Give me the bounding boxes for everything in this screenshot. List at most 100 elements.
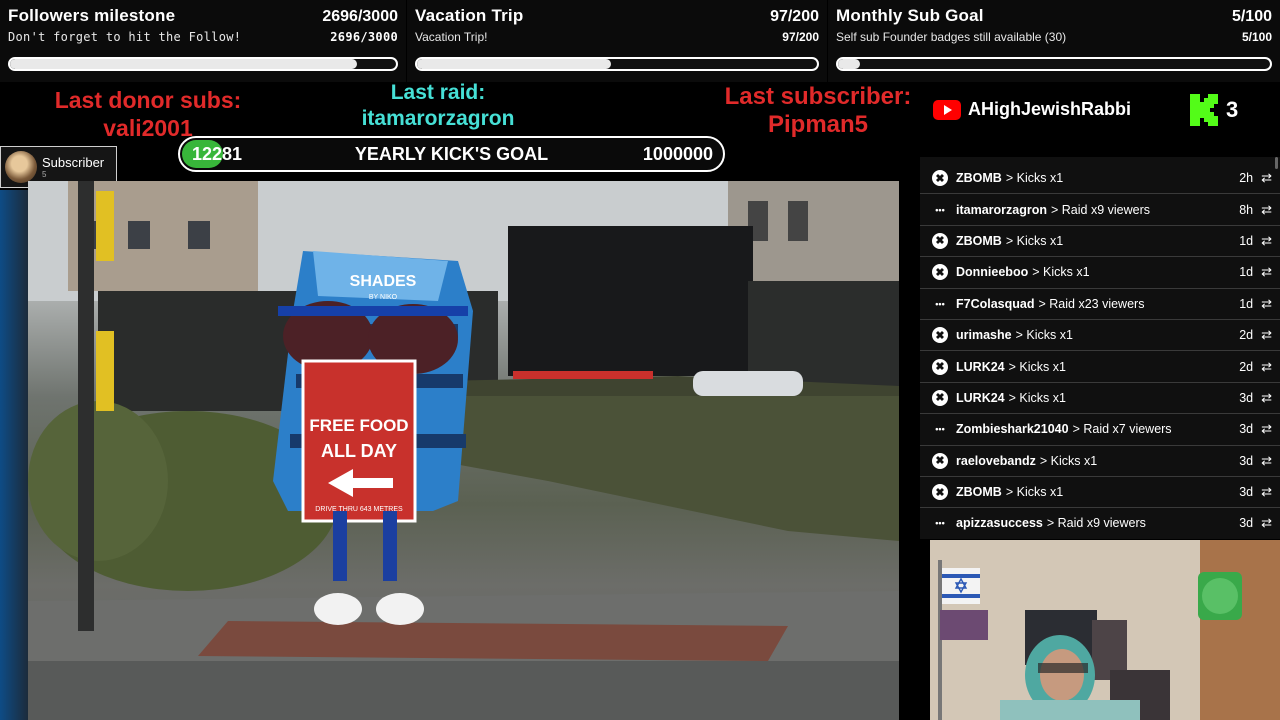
feed-time: 3d (1239, 422, 1254, 437)
feed-row: ✖ LURK24 > Kicks x1 2d ⇄ (920, 351, 1280, 383)
sub-goal: Monthly Sub Goal 5/100 Self sub Founder … (828, 0, 1280, 82)
feed-user: Donnieeboo (956, 265, 1029, 280)
last-donor-label: Last donor subs: (54, 87, 242, 113)
replay-icon[interactable]: ⇄ (1261, 359, 1272, 375)
replay-icon[interactable]: ⇄ (1261, 233, 1272, 249)
youtube-icon (933, 99, 961, 120)
feed-user: LURK24 (956, 359, 1005, 374)
goal-count: 5/100 (1231, 8, 1272, 25)
replay-icon[interactable]: ⇄ (1261, 202, 1272, 218)
replay-icon[interactable]: ⇄ (1261, 484, 1272, 500)
goal-subtitle: Don't forget to hit the Follow! (8, 30, 242, 44)
goal-subcount: 97/200 (782, 30, 819, 44)
youtube-social: AHighJewishRabbi (933, 99, 1131, 120)
replay-icon[interactable]: ⇄ (1261, 515, 1272, 531)
feed-action: > Kicks x1 (1005, 233, 1064, 248)
feed-row: ✖ ZBOMB > Kicks x1 3d ⇄ (920, 477, 1280, 509)
last-subscriber-name: Pipman5 (767, 111, 869, 138)
replay-icon[interactable]: ⇄ (1261, 390, 1272, 406)
kick-coin-icon: ✖ (932, 484, 948, 501)
kick-social: 3 (1190, 94, 1238, 126)
feed-action: > Raid x23 viewers (1038, 296, 1145, 311)
goal-title: Monthly Sub Goal (836, 6, 984, 25)
goal-subtitle: Self sub Founder badges still available … (836, 30, 1067, 44)
subscriber-count: 5 (42, 170, 47, 179)
goal-subtitle: Vacation Trip! (415, 30, 488, 44)
feed-user: LURK24 (956, 390, 1005, 405)
last-raid: Last raid: itamarorzagron (338, 80, 538, 132)
feed-action: > Kicks x1 (1039, 453, 1098, 468)
feed-time: 3d (1239, 485, 1254, 500)
activity-feed[interactable]: ✖ ZBOMB > Kicks x1 2h ⇄ ••• itamarorzagron > Ra… (920, 157, 1280, 539)
video-scene: FREE FOOD ALL DAY DRIVE THRU 643 METRES … (28, 181, 899, 720)
goal-progress-fill (10, 59, 357, 69)
replay-icon[interactable]: ⇄ (1261, 453, 1272, 469)
replay-icon[interactable]: ⇄ (1261, 296, 1272, 312)
yearly-goal-label: YEARLY KICK'S GOAL (354, 144, 549, 164)
last-subscriber: Last subscriber: Pipman5 (708, 83, 928, 139)
feed-time: 3d (1239, 453, 1254, 468)
last-raid-label: Last raid: (390, 81, 486, 104)
followers-goal: Followers milestone 2696/3000 Don't forg… (0, 0, 406, 82)
feed-time: 8h (1239, 202, 1254, 217)
goal-count: 2696/3000 (322, 8, 398, 25)
replay-icon[interactable]: ⇄ (1261, 421, 1272, 437)
replay-icon[interactable]: ⇄ (1261, 264, 1272, 280)
feed-action: > Kicks x1 (1005, 485, 1064, 500)
yearly-goal-target: 1000000 (642, 144, 713, 164)
kick-coin-icon: ✖ (932, 232, 948, 249)
feed-time: 2d (1239, 359, 1254, 374)
vacation-goal: Vacation Trip 97/200 Vacation Trip! 97/2… (407, 0, 827, 82)
webcam-view (930, 540, 1280, 720)
feed-user: urimashe (956, 328, 1012, 343)
kick-coin-icon: ✖ (932, 327, 948, 344)
replay-icon[interactable]: ⇄ (1261, 170, 1272, 186)
replay-icon[interactable]: ⇄ (1261, 327, 1272, 343)
kick-coin-icon: ✖ (932, 452, 948, 469)
webcam-scene (930, 540, 1280, 720)
feed-row: ✖ raelovebandz > Kicks x1 3d ⇄ (920, 446, 1280, 477)
goal-count: 97/200 (770, 8, 819, 25)
feed-user: F7Colasquad (956, 296, 1035, 311)
feed-scrollbar[interactable] (1275, 157, 1278, 169)
raid-icon: ••• (935, 204, 945, 215)
kick-coin-icon: ✖ (932, 358, 948, 375)
feed-time: 2h (1239, 171, 1254, 186)
feed-row: ✖ Donnieeboo > Kicks x1 1d ⇄ (920, 257, 1280, 289)
kick-coin-icon: ✖ (932, 170, 948, 187)
goal-subcount: 5/100 (1241, 30, 1272, 44)
feed-user: ZBOMB (956, 233, 1002, 248)
feed-action: > Raid x9 viewers (1046, 516, 1146, 531)
last-donor: Last donor subs: vali2001 (40, 86, 256, 142)
feed-action: > Raid x7 viewers (1072, 422, 1172, 437)
feed-row: ••• F7Colasquad > Raid x23 viewers 1d ⇄ (920, 289, 1280, 320)
youtube-channel-name: AHighJewishRabbi (968, 99, 1132, 119)
last-raid-name: itamarorzagron (361, 107, 515, 130)
bag-brand: SHADES (350, 273, 417, 290)
raid-icon: ••• (935, 298, 945, 309)
goal-progress-fill (838, 59, 860, 69)
raid-icon: ••• (935, 518, 945, 529)
subscriber-label: Subscriber (42, 155, 105, 170)
goal-progress-bar (836, 57, 1272, 71)
goal-progress-fill (417, 59, 611, 69)
goal-title: Followers milestone (8, 6, 176, 25)
feed-row: ••• Zombieshark21040 > Raid x7 viewers 3d ⇄ (920, 414, 1280, 446)
feed-action: > Kicks x1 (1032, 265, 1090, 280)
kick-count: 3 (1226, 97, 1239, 122)
goal-progress-bar (415, 57, 819, 71)
feed-action: > Kicks x1 (1005, 171, 1064, 186)
feed-user: apizzasuccess (956, 516, 1043, 531)
feed-action: > Kicks x1 (1015, 328, 1073, 343)
feed-row: ••• apizzasuccess > Raid x9 viewers 3d ⇄ (920, 508, 1280, 539)
avatar (5, 151, 37, 183)
yearly-kicks-goal: YEARLY KICK'S GOAL 12281 1000000 (178, 136, 725, 172)
goal-subcount: 2696/3000 (330, 30, 398, 44)
feed-row: ✖ ZBOMB > Kicks x1 2h ⇄ (920, 163, 1280, 195)
bag-sub: BY NIKO (369, 294, 398, 301)
feed-action: > Kicks x1 (1008, 359, 1066, 374)
feed-row: ✖ LURK24 > Kicks x1 3d ⇄ (920, 383, 1280, 415)
sign-line2: ALL DAY (321, 441, 397, 461)
sign-line1: FREE FOOD (309, 416, 408, 435)
feed-time: 3d (1239, 516, 1254, 531)
